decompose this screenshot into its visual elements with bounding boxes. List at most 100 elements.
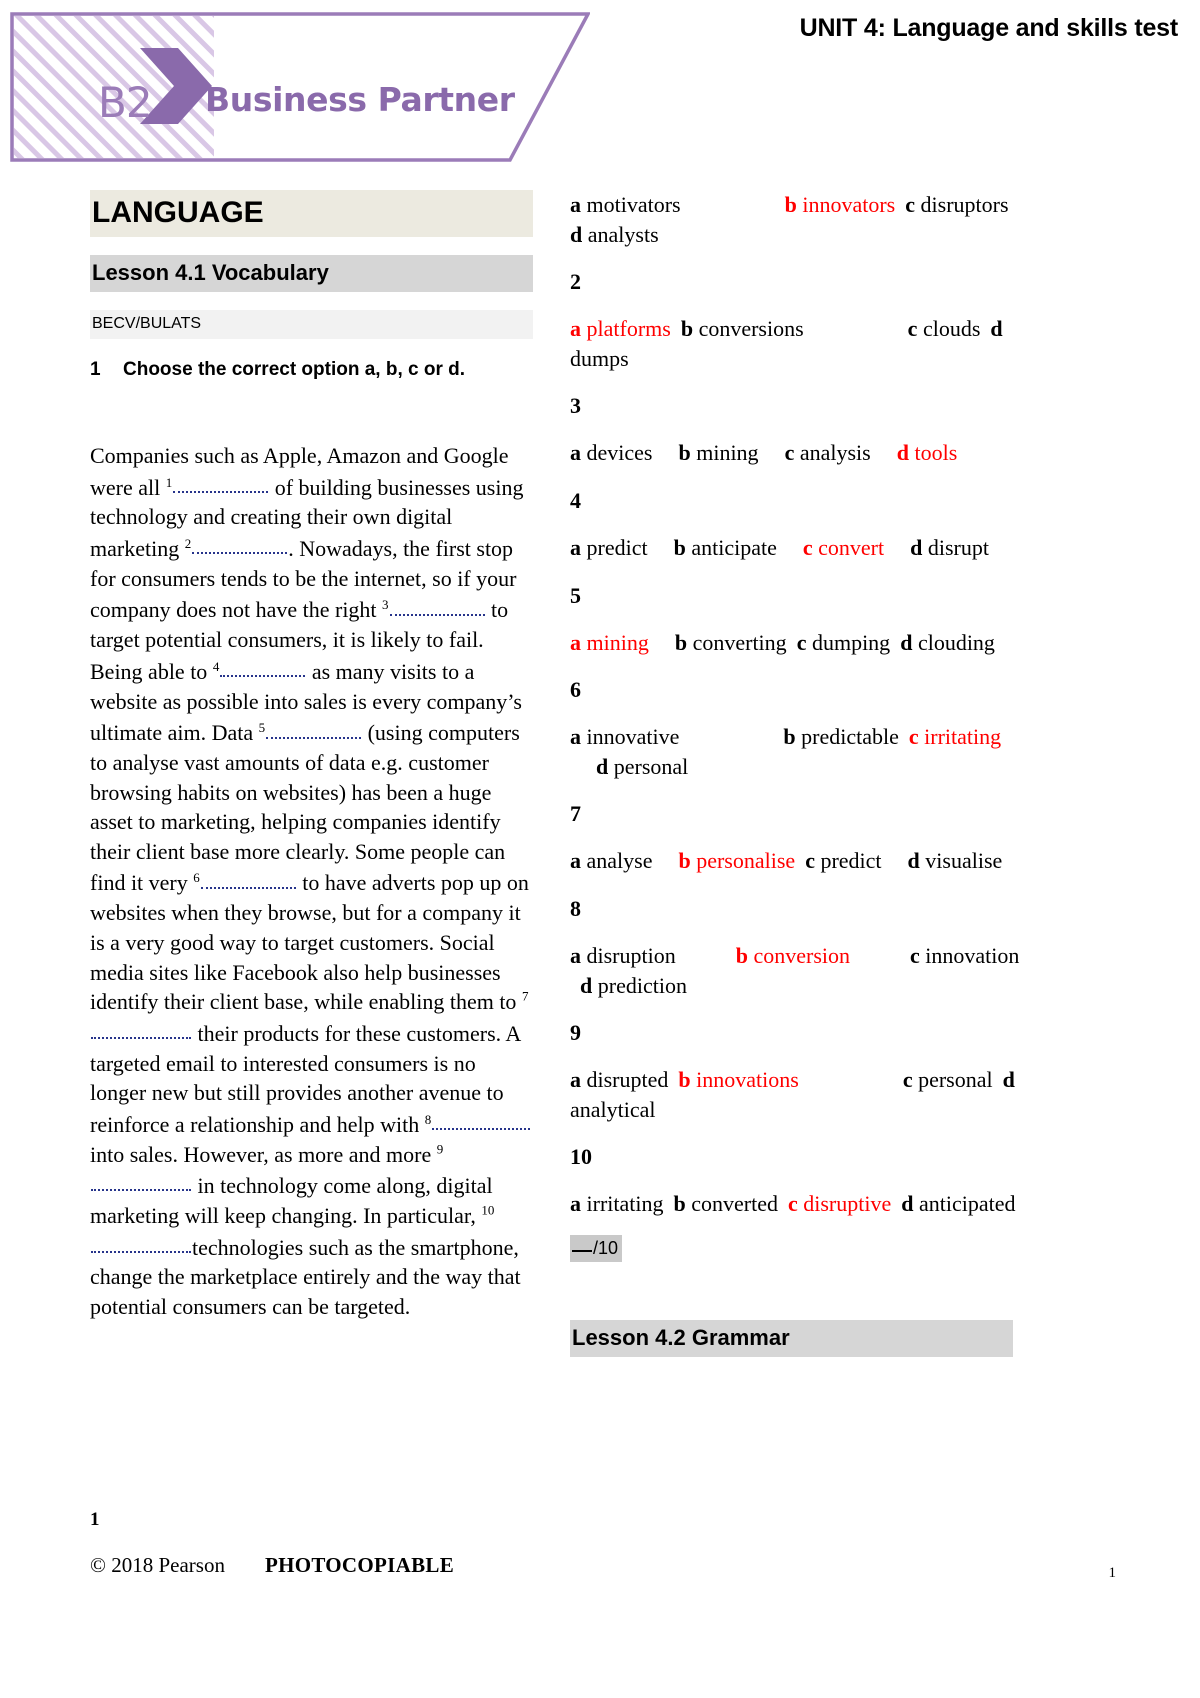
option-word: disrupt (922, 534, 989, 560)
option-word: convert (812, 534, 885, 560)
option-letter: d (901, 1191, 914, 1217)
option-word: prediction (592, 972, 687, 998)
option-spacer (1009, 190, 1019, 220)
option-word: personal (912, 1067, 993, 1093)
option-6-c[interactable]: c irritating (909, 724, 1001, 749)
score-blank-line[interactable] (572, 1249, 592, 1252)
question-number-6: 6 (570, 677, 581, 703)
option-5-a[interactable]: a mining (570, 630, 649, 655)
option-6-d[interactable]: d personal (596, 754, 688, 779)
option-word: analysts (582, 221, 659, 247)
option-spacer (778, 1189, 788, 1219)
option-spacer (871, 438, 897, 468)
option-6-b[interactable]: b predictable (783, 724, 898, 749)
answer-gap-3[interactable] (389, 593, 485, 616)
option-6-a[interactable]: a innovative (570, 724, 679, 749)
option-letter: a (570, 316, 581, 342)
option-2-c[interactable]: c clouds (908, 316, 981, 341)
question-options-7: a analyse b personalise c predict d visu… (570, 846, 1025, 876)
option-word: predict (581, 534, 648, 560)
option-9-c[interactable]: c personal (903, 1067, 993, 1092)
option-letter: d (570, 221, 583, 247)
gap-number: 3 (382, 597, 389, 613)
question-number-2: 2 (570, 269, 581, 295)
next-lesson-heading: Lesson 4.2 Grammar (570, 1319, 1013, 1357)
option-5-c[interactable]: c dumping (797, 630, 891, 655)
option-8-b[interactable]: b conversion (736, 943, 850, 968)
answer-gap-10[interactable] (91, 1231, 191, 1253)
option-1-a[interactable]: a motivators (570, 192, 681, 217)
answer-gap-1[interactable] (173, 471, 269, 493)
option-9-a[interactable]: a disrupted (570, 1067, 668, 1092)
option-letter: d (910, 534, 923, 560)
exam-tag: BECV/BULATS (90, 310, 533, 339)
answer-gap-4[interactable] (220, 655, 306, 678)
option-letter: a (570, 942, 581, 968)
option-word: personal (608, 753, 689, 779)
option-1-d[interactable]: d analysts (570, 222, 659, 247)
score-box[interactable]: /10 (570, 1234, 623, 1262)
option-10-b[interactable]: b converted (673, 1191, 777, 1216)
option-10-c[interactable]: c disruptive (788, 1191, 891, 1216)
option-5-b[interactable]: b converting (675, 630, 787, 655)
question-number-10: 10 (570, 1144, 592, 1170)
answer-gap-5[interactable] (266, 716, 362, 739)
answer-gap-7[interactable] (91, 1017, 191, 1039)
answer-gap-8[interactable] (432, 1108, 531, 1130)
option-3-a[interactable]: a devices (570, 440, 652, 465)
answer-gap-9[interactable] (91, 1169, 191, 1192)
option-letter: d (907, 848, 920, 874)
footer-page-number: 1 (1108, 1565, 1117, 1581)
option-letter: b (673, 1191, 686, 1217)
option-4-a[interactable]: a predict (570, 535, 648, 560)
option-word: dumping (806, 629, 891, 655)
option-word: visualise (919, 848, 1003, 874)
option-word: analysis (794, 440, 871, 466)
option-7-a[interactable]: a analyse (570, 848, 652, 873)
photocopiable-label: PHOTOCOPIABLE (264, 1553, 454, 1577)
gap-number: 1 (165, 474, 173, 490)
option-spacer (899, 722, 909, 752)
option-spacer (570, 752, 596, 782)
option-10-d[interactable]: d anticipated (901, 1191, 1015, 1216)
option-7-d[interactable]: d visualise (908, 848, 1003, 873)
option-spacer (652, 438, 678, 468)
option-1-c[interactable]: c disruptors (905, 192, 1008, 217)
option-3-d[interactable]: d tools (897, 440, 958, 465)
option-letter: c (905, 192, 916, 217)
option-3-c[interactable]: c analysis (785, 440, 871, 465)
option-2-a[interactable]: a platforms (570, 316, 671, 341)
option-spacer (570, 971, 580, 1001)
option-9-b[interactable]: b innovations (678, 1067, 798, 1092)
option-4-d[interactable]: d disrupt (910, 535, 989, 560)
option-3-b[interactable]: b mining (678, 440, 758, 465)
option-7-c[interactable]: c predict (805, 848, 881, 873)
answer-options-list: a motivators b innovators c disruptors d… (570, 190, 1025, 1219)
option-letter: d (596, 753, 609, 779)
option-word: anticipate (685, 534, 777, 560)
option-8-c[interactable]: c innovation (910, 943, 1019, 968)
option-spacer (804, 314, 908, 344)
option-word: innovators (796, 192, 896, 217)
option-5-d[interactable]: d clouding (900, 630, 995, 655)
option-word: innovation (919, 942, 1020, 968)
answer-gap-6[interactable] (200, 866, 296, 889)
option-spacer (795, 846, 805, 876)
option-4-b[interactable]: b anticipate (674, 535, 777, 560)
option-word: innovative (581, 724, 680, 750)
option-2-b[interactable]: b conversions (681, 316, 804, 341)
option-letter: a (570, 848, 581, 874)
option-10-a[interactable]: a irritating (570, 1191, 663, 1216)
option-letter: b (673, 534, 686, 560)
option-4-c[interactable]: c convert (803, 535, 884, 560)
page-number-body: 1 (90, 1509, 100, 1530)
answer-gap-2[interactable] (192, 532, 288, 555)
option-word: anticipated (913, 1191, 1016, 1217)
option-8-d[interactable]: d prediction (580, 973, 687, 998)
option-8-a[interactable]: a disruption (570, 943, 676, 968)
option-letter: a (570, 534, 581, 560)
option-letter: c (902, 1067, 913, 1093)
option-7-b[interactable]: b personalise (678, 848, 795, 873)
option-word: clouds (917, 316, 981, 342)
option-1-b[interactable]: b innovators (785, 192, 896, 217)
